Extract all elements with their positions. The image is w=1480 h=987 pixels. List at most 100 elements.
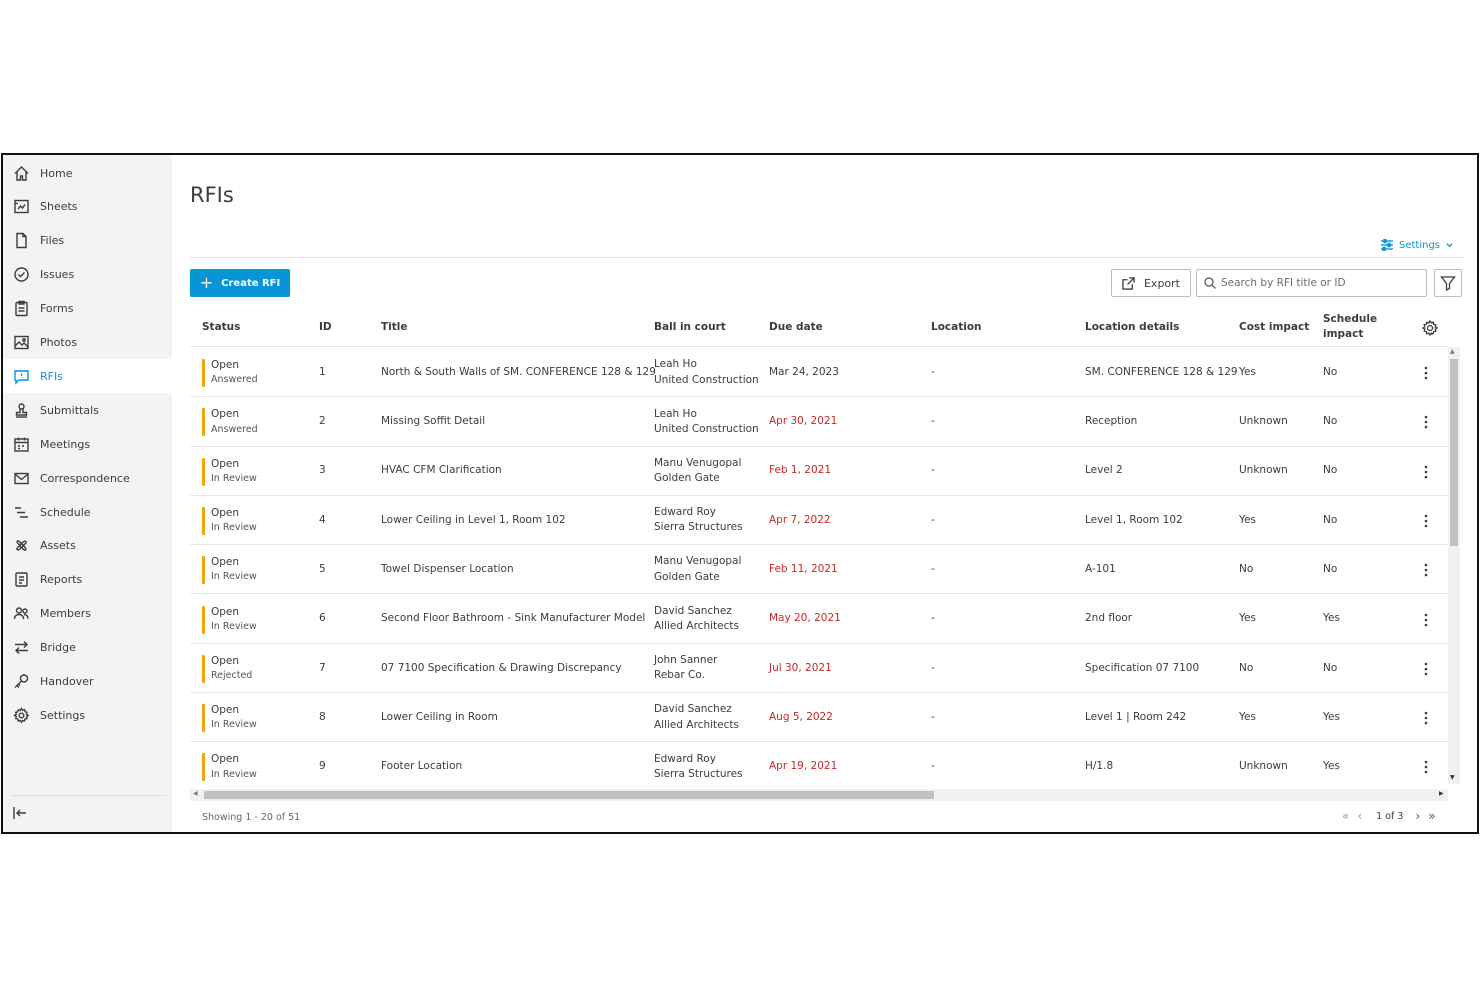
sidebar-item-schedule[interactable]: Schedule <box>3 495 172 529</box>
schedule-impact-cell: No <box>1323 563 1338 576</box>
title-cell[interactable]: Missing Soffit Detail <box>381 397 485 446</box>
first-page-icon[interactable]: « <box>1342 809 1349 823</box>
substatus-label: Answered <box>211 374 258 386</box>
sidebar-item-meetings[interactable]: Meetings <box>3 427 172 461</box>
more-options-icon[interactable] <box>1421 611 1431 629</box>
status-label: Open <box>211 457 240 470</box>
column-header-schedule-impact[interactable]: Schedule impact <box>1323 307 1385 347</box>
table-row[interactable]: Open In Review 4 Lower Ceiling in Level 1, … <box>190 496 1448 546</box>
column-header-id[interactable]: ID <box>319 307 332 347</box>
column-header-location-details[interactable]: Location details <box>1085 307 1179 347</box>
title-cell[interactable]: 07 7100 Specification & Drawing Discrepa… <box>381 644 622 693</box>
vertical-scrollbar[interactable]: ▲ ▼ <box>1448 347 1460 784</box>
title-cell[interactable]: HVAC CFM Clarification <box>381 447 502 496</box>
more-options-icon[interactable] <box>1421 709 1431 727</box>
title-cell[interactable]: Lower Ceiling in Room <box>381 693 498 742</box>
ball-in-court-name: Manu Venugopal <box>654 456 742 469</box>
column-settings-gear-icon[interactable] <box>1421 319 1439 337</box>
last-page-icon[interactable]: » <box>1428 809 1435 823</box>
handover-icon <box>12 673 30 691</box>
issues-icon <box>12 266 30 284</box>
due-date-cell: Jul 30, 2021 <box>769 661 832 674</box>
cost-impact-cell: No <box>1239 563 1254 576</box>
title-cell[interactable]: North & South Walls of SM. CONFERENCE 12… <box>381 348 656 397</box>
table-row[interactable]: Open Rejected 7 07 7100 Specification & Dra… <box>190 644 1448 694</box>
cost-impact-cell: Yes <box>1239 513 1256 526</box>
title-cell[interactable]: Lower Ceiling in Level 1, Room 102 <box>381 496 566 545</box>
ball-in-court-cell: Manu Venugopal Golden Gate <box>654 447 741 496</box>
collapse-sidebar-icon[interactable] <box>12 805 30 823</box>
table-row[interactable]: Open Answered 1 North & South Walls of SM. … <box>190 348 1448 398</box>
column-header-ball-in-court[interactable]: Ball in court <box>654 307 726 347</box>
column-header-cost-impact[interactable]: Cost impact <box>1239 307 1309 347</box>
horizontal-scroll-thumb[interactable] <box>204 791 934 799</box>
horizontal-scrollbar[interactable]: ◀ ▶ <box>190 789 1448 801</box>
table-row[interactable]: Open In Review 5 Towel Dispenser Location Ma… <box>190 545 1448 595</box>
sidebar-item-correspondence[interactable]: Correspondence <box>3 461 172 495</box>
export-button[interactable]: Export <box>1111 269 1191 297</box>
more-options-icon[interactable] <box>1421 463 1431 481</box>
cost-impact-cell: Yes <box>1239 365 1256 378</box>
scroll-up-arrow-icon[interactable]: ▲ <box>1450 348 1455 355</box>
ball-in-court-name: Leah Ho <box>654 358 697 371</box>
sidebar-item-handover[interactable]: Handover <box>3 665 172 699</box>
create-rfi-button[interactable]: + Create RFI <box>190 269 290 297</box>
scroll-right-arrow-icon[interactable]: ▶ <box>1439 790 1444 797</box>
due-date-cell: Mar 24, 2023 <box>769 365 839 378</box>
sidebar-item-assets[interactable]: Assets <box>3 529 172 563</box>
sidebar-item-members[interactable]: Members <box>3 597 172 631</box>
more-options-icon[interactable] <box>1421 512 1431 530</box>
forms-icon <box>12 300 30 318</box>
more-options-icon[interactable] <box>1421 758 1431 776</box>
sidebar-item-submittals[interactable]: Submittals <box>3 393 172 427</box>
sidebar-item-issues[interactable]: Issues <box>3 258 172 292</box>
sidebar-item-label: Correspondence <box>40 471 130 485</box>
title-cell[interactable]: Towel Dispenser Location <box>381 545 514 594</box>
more-options-icon[interactable] <box>1421 561 1431 579</box>
sidebar-item-settings[interactable]: Settings <box>3 698 172 732</box>
sidebar-item-sheets[interactable]: Sheets <box>3 190 172 224</box>
status-label: Open <box>211 753 240 766</box>
previous-page-icon[interactable]: ‹ <box>1357 809 1362 823</box>
next-page-icon[interactable]: › <box>1415 809 1420 823</box>
table-row[interactable]: Open In Review 8 Lower Ceiling in Room David… <box>190 693 1448 743</box>
sidebar-item-home[interactable]: Home <box>3 156 172 190</box>
sidebar-item-reports[interactable]: Reports <box>3 563 172 597</box>
more-options-icon[interactable] <box>1421 660 1431 678</box>
title-cell[interactable]: Footer Location <box>381 742 462 788</box>
location-details-cell: Reception <box>1085 415 1138 428</box>
filter-button[interactable] <box>1434 269 1462 297</box>
table-row[interactable]: Open Answered 2 Missing Soffit Detail Leah H… <box>190 397 1448 447</box>
meetings-icon <box>12 435 30 453</box>
sidebar-item-bridge[interactable]: Bridge <box>3 631 172 665</box>
column-header-location[interactable]: Location <box>931 307 982 347</box>
sidebar-item-photos[interactable]: Photos <box>3 326 172 360</box>
more-options-icon[interactable] <box>1421 413 1431 431</box>
table-row[interactable]: Open In Review 3 HVAC CFM Clarification Manu… <box>190 447 1448 496</box>
sidebar-item-label: Assets <box>40 539 76 553</box>
settings-dropdown[interactable]: Settings <box>1381 239 1460 251</box>
table-row[interactable]: Open In Review 9 Footer Location Edward Roy S… <box>190 742 1448 788</box>
assets-icon <box>12 537 30 555</box>
column-header-due-date[interactable]: Due date <box>769 307 823 347</box>
sidebar-item-rfis[interactable]: RFIs <box>3 359 172 394</box>
column-header-title[interactable]: Title <box>381 307 408 347</box>
scroll-down-arrow-icon[interactable]: ▼ <box>1450 774 1455 781</box>
table-row[interactable]: Open In Review 6 Second Floor Bathroom - Si… <box>190 595 1448 644</box>
chevron-down-icon <box>1446 242 1453 247</box>
sidebar-item-label: Reports <box>40 573 83 587</box>
sidebar-item-files[interactable]: Files <box>3 224 172 258</box>
ball-in-court-cell: Leah Ho United Construction <box>654 397 759 446</box>
column-header-status[interactable]: Status <box>202 307 240 347</box>
search-input[interactable] <box>1221 277 1421 289</box>
sidebar-item-forms[interactable]: Forms <box>3 292 172 326</box>
ball-in-court-company: Sierra Structures <box>654 521 743 534</box>
substatus-label: In Review <box>211 571 257 583</box>
status-label: Open <box>211 704 240 717</box>
ball-in-court-name: Edward Roy <box>654 506 716 519</box>
sidebar-divider <box>12 795 167 796</box>
title-cell[interactable]: Second Floor Bathroom - Sink Manufacture… <box>381 595 645 644</box>
more-options-icon[interactable] <box>1421 364 1431 382</box>
vertical-scroll-thumb[interactable] <box>1450 359 1458 546</box>
scroll-left-arrow-icon[interactable]: ◀ <box>193 790 198 797</box>
